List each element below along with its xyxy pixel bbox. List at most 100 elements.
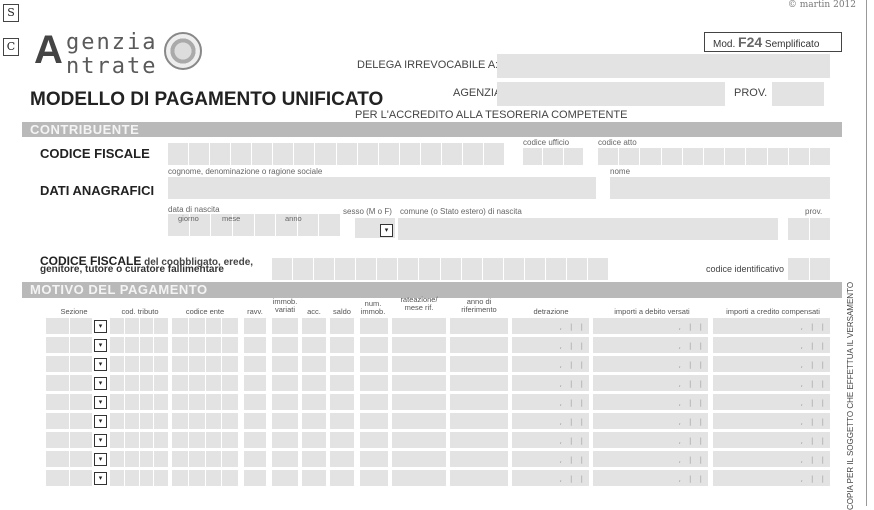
row-field-saldo[interactable] [330, 356, 354, 372]
row-field-sezione[interactable] [46, 470, 92, 486]
row-field-ravv[interactable] [244, 470, 266, 486]
row-field-detrazione[interactable]: , | | [512, 432, 590, 448]
row-field-codice-ente[interactable] [172, 337, 238, 353]
sezione-dropdown-icon[interactable]: ▾ [94, 339, 107, 352]
codice-ufficio-field[interactable] [523, 148, 583, 165]
row-field-rateazione[interactable] [392, 318, 446, 334]
codice-identificativo-field[interactable] [788, 258, 830, 280]
row-field-codice-ente[interactable] [172, 413, 238, 429]
row-field-sezione[interactable] [46, 337, 92, 353]
row-field-anno[interactable] [450, 356, 508, 372]
sezione-dropdown-icon[interactable]: ▾ [94, 453, 107, 466]
row-field-rateazione[interactable] [392, 432, 446, 448]
row-field-rateazione[interactable] [392, 451, 446, 467]
cognome-field[interactable] [168, 177, 596, 199]
row-field-detrazione[interactable]: , | | [512, 375, 590, 391]
row-field-immob[interactable] [272, 432, 298, 448]
sezione-dropdown-icon[interactable]: ▾ [94, 396, 107, 409]
row-field-immob[interactable] [272, 470, 298, 486]
row-field-codice-ente[interactable] [172, 432, 238, 448]
row-field-num-immob[interactable] [360, 356, 388, 372]
s-button[interactable]: S [3, 4, 19, 22]
row-field-acc[interactable] [302, 337, 326, 353]
row-field-credito[interactable]: , | | [713, 356, 831, 372]
row-field-immob[interactable] [272, 356, 298, 372]
row-field-saldo[interactable] [330, 432, 354, 448]
row-field-credito[interactable]: , | | [713, 432, 831, 448]
coobbligato-field[interactable] [272, 258, 608, 280]
row-field-acc[interactable] [302, 375, 326, 391]
row-field-acc[interactable] [302, 432, 326, 448]
row-field-acc[interactable] [302, 318, 326, 334]
row-field-debito[interactable]: , | | [593, 413, 709, 429]
row-field-detrazione[interactable]: , | | [512, 394, 590, 410]
row-field-acc[interactable] [302, 470, 326, 486]
row-field-codice-ente[interactable] [172, 394, 238, 410]
row-field-anno[interactable] [450, 470, 508, 486]
row-field-codice-ente[interactable] [172, 356, 238, 372]
row-field-num-immob[interactable] [360, 451, 388, 467]
row-field-debito[interactable]: , | | [593, 432, 709, 448]
row-field-saldo[interactable] [330, 394, 354, 410]
sesso-dropdown-icon[interactable]: ▾ [380, 224, 393, 237]
row-field-debito[interactable]: , | | [593, 394, 709, 410]
row-field-credito[interactable]: , | | [713, 375, 831, 391]
row-field-cod-tributo[interactable] [110, 337, 168, 353]
nome-field[interactable] [610, 177, 830, 199]
row-field-cod-tributo[interactable] [110, 451, 168, 467]
row-field-codice-ente[interactable] [172, 318, 238, 334]
row-field-acc[interactable] [302, 451, 326, 467]
c-button[interactable]: C [3, 38, 19, 56]
row-field-anno[interactable] [450, 413, 508, 429]
row-field-anno[interactable] [450, 451, 508, 467]
row-field-detrazione[interactable]: , | | [512, 356, 590, 372]
codice-fiscale-field[interactable] [168, 143, 504, 165]
sezione-dropdown-icon[interactable]: ▾ [94, 434, 107, 447]
row-field-ravv[interactable] [244, 337, 266, 353]
row-field-rateazione[interactable] [392, 394, 446, 410]
row-field-sezione[interactable] [46, 375, 92, 391]
row-field-anno[interactable] [450, 318, 508, 334]
row-field-num-immob[interactable] [360, 470, 388, 486]
row-field-sezione[interactable] [46, 394, 92, 410]
row-field-detrazione[interactable]: , | | [512, 470, 590, 486]
row-field-codice-ente[interactable] [172, 375, 238, 391]
row-field-anno[interactable] [450, 394, 508, 410]
row-field-detrazione[interactable]: , | | [512, 337, 590, 353]
row-field-ravv[interactable] [244, 451, 266, 467]
row-field-cod-tributo[interactable] [110, 432, 168, 448]
row-field-saldo[interactable] [330, 375, 354, 391]
row-field-debito[interactable]: , | | [593, 337, 709, 353]
row-field-cod-tributo[interactable] [110, 394, 168, 410]
row-field-acc[interactable] [302, 394, 326, 410]
row-field-sezione[interactable] [46, 356, 92, 372]
prov-field[interactable] [772, 82, 824, 106]
row-field-num-immob[interactable] [360, 375, 388, 391]
row-field-num-immob[interactable] [360, 432, 388, 448]
sezione-dropdown-icon[interactable]: ▾ [94, 320, 107, 333]
row-field-detrazione[interactable]: , | | [512, 318, 590, 334]
row-field-num-immob[interactable] [360, 318, 388, 334]
row-field-rateazione[interactable] [392, 413, 446, 429]
row-field-saldo[interactable] [330, 318, 354, 334]
row-field-sezione[interactable] [46, 432, 92, 448]
row-field-credito[interactable]: , | | [713, 451, 831, 467]
agenzia-field[interactable] [497, 82, 725, 106]
row-field-saldo[interactable] [330, 413, 354, 429]
row-field-immob[interactable] [272, 413, 298, 429]
row-field-cod-tributo[interactable] [110, 318, 168, 334]
row-field-cod-tributo[interactable] [110, 470, 168, 486]
row-field-codice-ente[interactable] [172, 451, 238, 467]
row-field-ravv[interactable] [244, 413, 266, 429]
row-field-num-immob[interactable] [360, 394, 388, 410]
row-field-debito[interactable]: , | | [593, 356, 709, 372]
row-field-rateazione[interactable] [392, 356, 446, 372]
row-field-num-immob[interactable] [360, 337, 388, 353]
row-field-rateazione[interactable] [392, 337, 446, 353]
row-field-ravv[interactable] [244, 394, 266, 410]
row-field-immob[interactable] [272, 375, 298, 391]
delega-field[interactable] [497, 54, 830, 78]
row-field-cod-tributo[interactable] [110, 375, 168, 391]
row-field-debito[interactable]: , | | [593, 318, 709, 334]
row-field-acc[interactable] [302, 356, 326, 372]
